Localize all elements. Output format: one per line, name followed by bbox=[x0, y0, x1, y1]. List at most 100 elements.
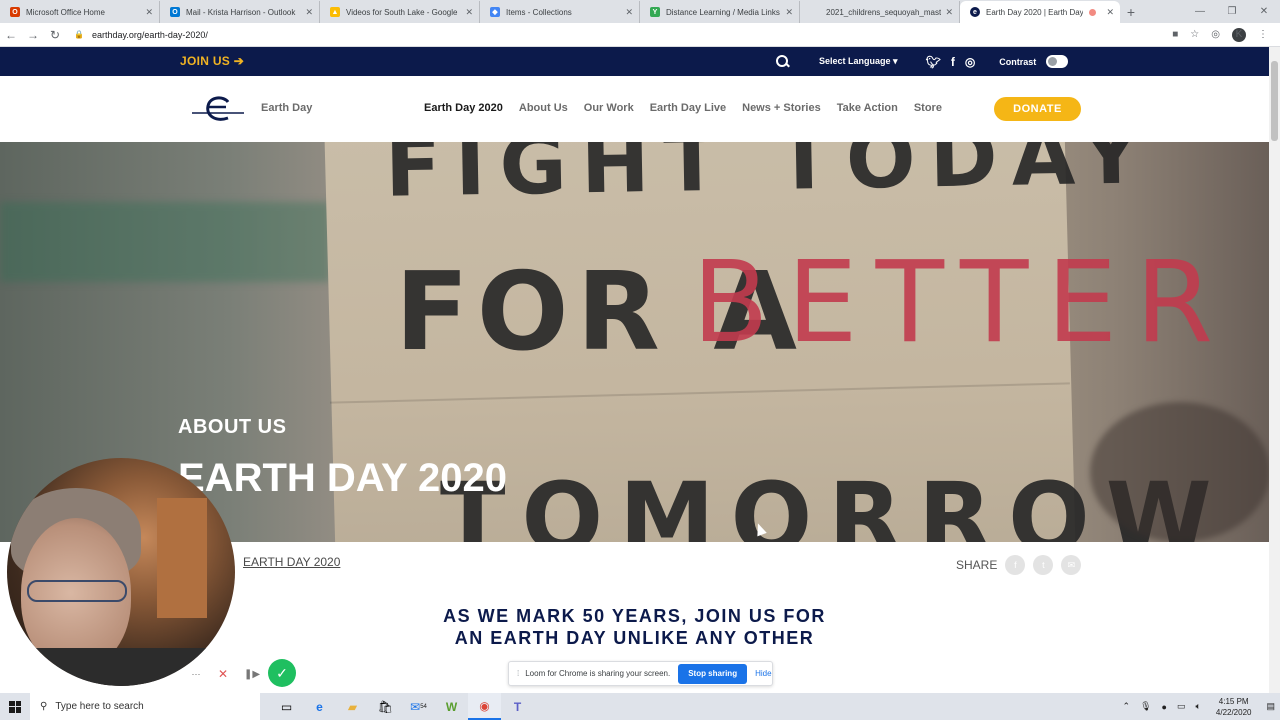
chevron-up-icon[interactable]: ⌃ bbox=[1123, 701, 1131, 712]
browser-tab[interactable]: O Microsoft Office Home ✕ bbox=[0, 1, 160, 23]
donate-button[interactable]: DONATE bbox=[994, 97, 1081, 121]
contrast-toggle[interactable] bbox=[1046, 55, 1069, 68]
close-icon[interactable]: ✕ bbox=[785, 7, 793, 18]
reload-icon[interactable]: ↻ bbox=[44, 24, 66, 46]
join-us-label: JOIN US bbox=[180, 54, 231, 68]
browser-tab[interactable]: O Mail - Krista Harrison - Outlook ✕ bbox=[160, 1, 320, 23]
nav-item-store[interactable]: Store bbox=[914, 102, 942, 114]
tab-label: 2021_childrens_sequoyah_mast bbox=[826, 7, 942, 17]
close-icon[interactable]: ✕ bbox=[1106, 7, 1114, 18]
background-sign-blur bbox=[0, 202, 330, 282]
more-options-icon[interactable]: ··· bbox=[186, 664, 206, 684]
forward-arrow-icon[interactable]: → bbox=[22, 24, 44, 46]
stop-sharing-button[interactable]: Stop sharing bbox=[678, 663, 748, 684]
browser-tab-active[interactable]: e Earth Day 2020 | Earth Day ✕ bbox=[960, 1, 1120, 23]
profile-avatar[interactable]: K bbox=[1232, 27, 1246, 42]
star-icon[interactable]: ☆ bbox=[1190, 29, 1199, 40]
facebook-icon[interactable]: f bbox=[951, 55, 955, 69]
background-door bbox=[157, 498, 207, 618]
tab-label: Mail - Krista Harrison - Outlook bbox=[186, 7, 296, 17]
drag-handle-icon[interactable]: ⁞ bbox=[517, 669, 519, 678]
nav-item-about-us[interactable]: About Us bbox=[519, 102, 568, 114]
edge-icon[interactable]: e bbox=[303, 693, 336, 720]
join-us-link[interactable]: JOIN US ➔ bbox=[180, 54, 244, 68]
mail-icon[interactable]: ✉ 54 bbox=[402, 693, 435, 720]
hero-eyebrow: ABOUT US bbox=[178, 416, 287, 438]
close-icon[interactable]: ✕ bbox=[465, 7, 473, 18]
back-arrow-icon[interactable]: ← bbox=[0, 24, 22, 46]
close-icon[interactable]: ✕ bbox=[625, 7, 633, 18]
screen-share-notification: ⁞ Loom for Chrome is sharing your screen… bbox=[508, 661, 773, 686]
pause-icon[interactable]: ❚▶ bbox=[240, 662, 264, 686]
browser-tab[interactable]: 2021_childrens_sequoyah_mast ✕ bbox=[800, 1, 960, 23]
logo-text[interactable]: Earth Day bbox=[261, 102, 312, 114]
breadcrumb[interactable]: EARTH DAY 2020 bbox=[243, 555, 340, 569]
nav-item-take-action[interactable]: Take Action bbox=[837, 102, 898, 114]
extension-icon[interactable]: ◎ bbox=[1211, 29, 1220, 40]
tab-label: Videos for South Lake - Google bbox=[346, 7, 458, 17]
search-placeholder: Type here to search bbox=[55, 701, 144, 712]
new-tab-button[interactable]: + bbox=[1120, 1, 1142, 23]
browser-tab[interactable]: ▲ Videos for South Lake - Google ✕ bbox=[320, 1, 480, 23]
tab-label: Earth Day 2020 | Earth Day bbox=[986, 7, 1084, 17]
close-icon[interactable]: ✕ bbox=[145, 7, 153, 18]
collections-icon: ◆ bbox=[490, 7, 500, 17]
nav-item-earth-day-live[interactable]: Earth Day Live bbox=[650, 102, 726, 114]
chrome-icon[interactable]: ◉ bbox=[468, 693, 501, 720]
menu-icon[interactable]: ⋮ bbox=[1258, 29, 1268, 40]
twitter-share-icon[interactable]: t bbox=[1033, 555, 1054, 575]
webcam-bubble[interactable] bbox=[7, 458, 235, 686]
start-button[interactable] bbox=[0, 693, 30, 720]
app-w-icon[interactable]: W bbox=[435, 693, 468, 720]
share-bar: SHARE f t ✉ bbox=[956, 555, 1082, 575]
email-share-icon[interactable]: ✉ bbox=[1061, 555, 1082, 575]
minimize-icon[interactable]: — bbox=[1184, 0, 1216, 22]
close-icon[interactable]: ✕ bbox=[945, 7, 953, 18]
cancel-recording-icon[interactable]: ✕ bbox=[211, 662, 235, 686]
share-label: SHARE bbox=[956, 558, 998, 572]
teams-icon[interactable]: T bbox=[501, 693, 534, 720]
outlook-icon: O bbox=[170, 7, 180, 17]
microphone-icon[interactable]: 🎙︎ bbox=[1140, 701, 1151, 712]
file-explorer-icon[interactable]: ▰ bbox=[336, 693, 369, 720]
clock[interactable]: 4:15 PM 4/22/2020 bbox=[1216, 696, 1252, 718]
hide-link[interactable]: Hide bbox=[755, 669, 771, 678]
main-navigation: Earth Day Earth Day 2020 About Us Our Wo… bbox=[0, 76, 1269, 142]
office-icon: O bbox=[10, 7, 20, 17]
volume-icon[interactable]: 🔈︎ bbox=[1195, 701, 1200, 712]
taskbar-search[interactable]: ⚲ Type here to search bbox=[30, 693, 260, 720]
network-icon[interactable]: ▭ bbox=[1177, 701, 1186, 712]
finish-recording-icon[interactable]: ✓ bbox=[268, 659, 296, 687]
language-label: Select Language bbox=[819, 56, 891, 66]
close-window-icon[interactable]: ✕ bbox=[1248, 0, 1280, 22]
nav-item-earth-day-2020[interactable]: Earth Day 2020 bbox=[424, 102, 503, 114]
clock-date: 4/22/2020 bbox=[1215, 707, 1252, 717]
address-bar[interactable]: 🔒 earthday.org/earth-day-2020/ bbox=[74, 26, 1164, 44]
task-view-icon[interactable]: ▭ bbox=[270, 693, 303, 720]
social-links: 🐦︎ f ◎ bbox=[926, 55, 976, 69]
earth-day-logo-icon[interactable] bbox=[190, 94, 246, 124]
url-text: earthday.org/earth-day-2020/ bbox=[91, 29, 208, 40]
share-message: Loom for Chrome is sharing your screen. bbox=[525, 669, 671, 678]
camera-icon[interactable]: ■ bbox=[1172, 29, 1178, 40]
tab-label: Items - Collections bbox=[506, 7, 572, 17]
page-scrollbar[interactable] bbox=[1269, 47, 1280, 693]
search-icon: ⚲ bbox=[40, 701, 48, 712]
nav-item-news-stories[interactable]: News + Stories bbox=[742, 102, 821, 114]
notifications-icon[interactable]: ▤ bbox=[1266, 701, 1275, 712]
language-select[interactable]: Select Language ▾ bbox=[819, 56, 898, 67]
store-icon[interactable]: 🛍︎ bbox=[369, 693, 402, 720]
nav-item-our-work[interactable]: Our Work bbox=[584, 102, 634, 114]
instagram-icon[interactable]: ◎ bbox=[965, 55, 975, 69]
mic-alt-icon[interactable]: ● bbox=[1162, 702, 1167, 712]
search-icon[interactable] bbox=[776, 55, 789, 68]
twitter-icon[interactable]: 🐦︎ bbox=[926, 55, 941, 69]
facebook-share-icon[interactable]: f bbox=[1005, 555, 1026, 575]
restore-icon[interactable]: ❐ bbox=[1216, 0, 1248, 22]
background-person-blur bbox=[1090, 402, 1269, 542]
scrollbar-thumb[interactable] bbox=[1271, 61, 1278, 141]
windows-logo-icon bbox=[9, 700, 21, 713]
browser-tab[interactable]: ◆ Items - Collections ✕ bbox=[480, 1, 640, 23]
browser-tab[interactable]: Y Distance Learning / Media Links ✕ bbox=[640, 1, 800, 23]
close-icon[interactable]: ✕ bbox=[305, 7, 313, 18]
